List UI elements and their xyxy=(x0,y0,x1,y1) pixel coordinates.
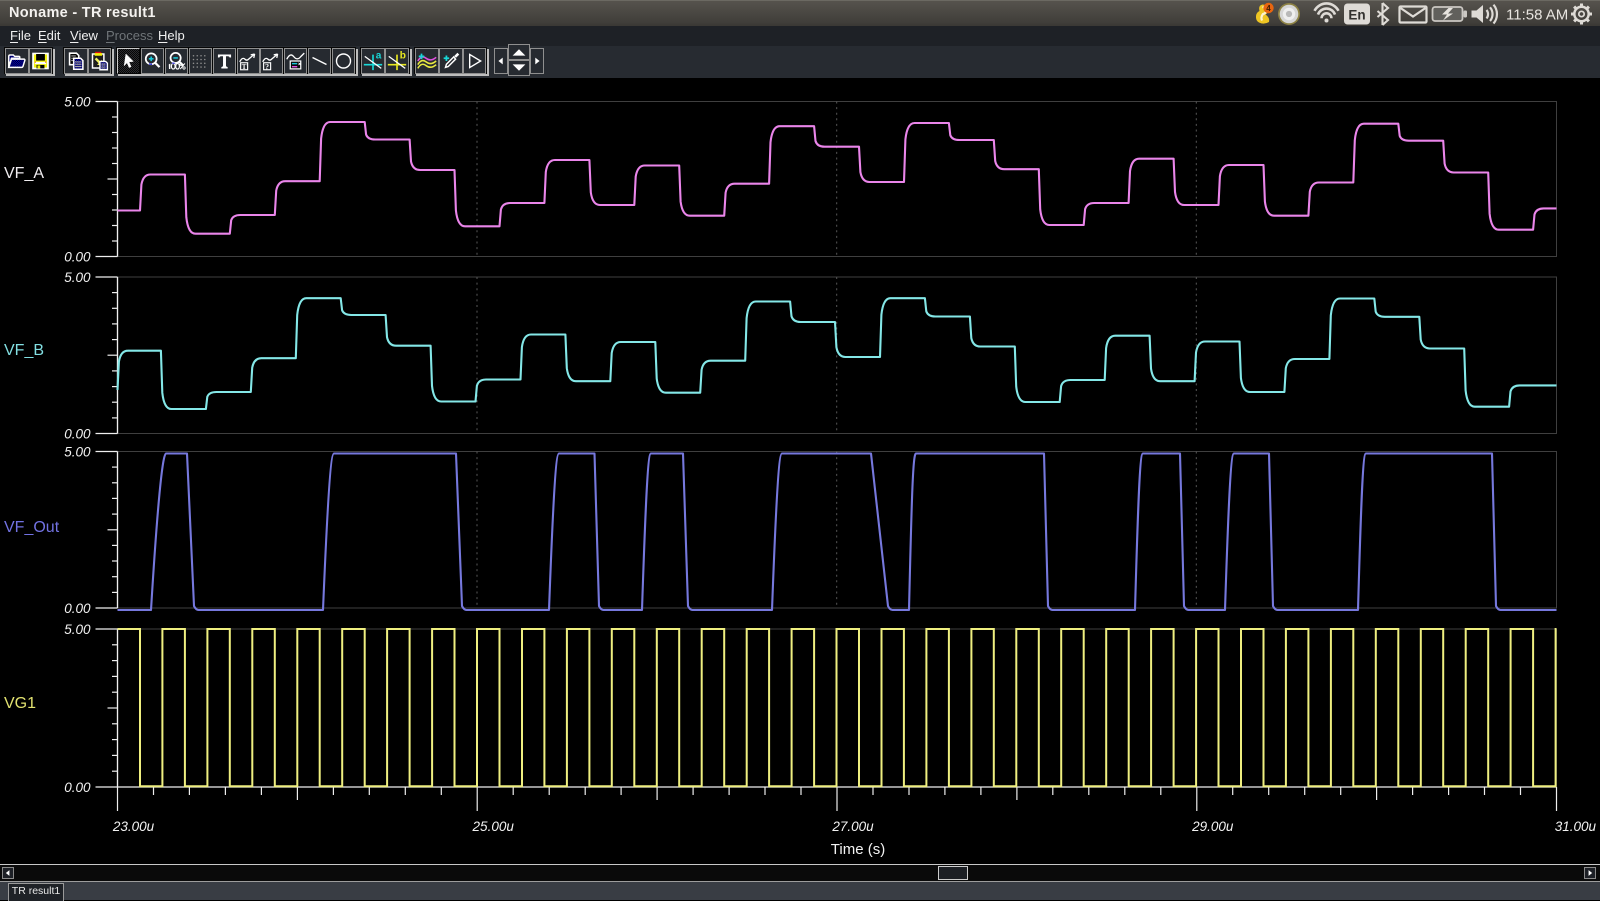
svg-text:b: b xyxy=(400,50,406,61)
svg-text:11:58 AM: 11:58 AM xyxy=(1506,7,1568,24)
svg-text:5.00: 5.00 xyxy=(64,444,91,459)
svg-text:T: T xyxy=(241,63,246,71)
svg-text:5.00: 5.00 xyxy=(64,94,91,109)
svg-text:23.00u: 23.00u xyxy=(112,819,155,834)
svg-text:VG1: VG1 xyxy=(4,695,36,712)
svg-text:VF_B: VF_B xyxy=(4,342,44,359)
svg-text:En: En xyxy=(1348,8,1365,23)
svg-text:27.00u: 27.00u xyxy=(831,819,874,834)
svg-text:0.00: 0.00 xyxy=(64,426,91,441)
svg-text:?: ? xyxy=(266,62,270,71)
svg-text:a: a xyxy=(376,50,382,61)
svg-text:5.00: 5.00 xyxy=(64,622,91,637)
svg-text:4: 4 xyxy=(1266,4,1271,13)
svg-text:VF_Out: VF_Out xyxy=(4,519,60,536)
svg-text:5.00: 5.00 xyxy=(64,270,91,285)
svg-text:25.00u: 25.00u xyxy=(472,819,515,834)
svg-text:0.00: 0.00 xyxy=(64,601,91,616)
svg-text:0.00: 0.00 xyxy=(64,249,91,264)
svg-text:31.00u: 31.00u xyxy=(1555,819,1597,834)
svg-text:VF_A: VF_A xyxy=(4,165,44,182)
svg-text:0.00: 0.00 xyxy=(64,780,91,795)
svg-text:Time (s): Time (s) xyxy=(831,841,885,858)
svg-text:29.00u: 29.00u xyxy=(1191,819,1234,834)
